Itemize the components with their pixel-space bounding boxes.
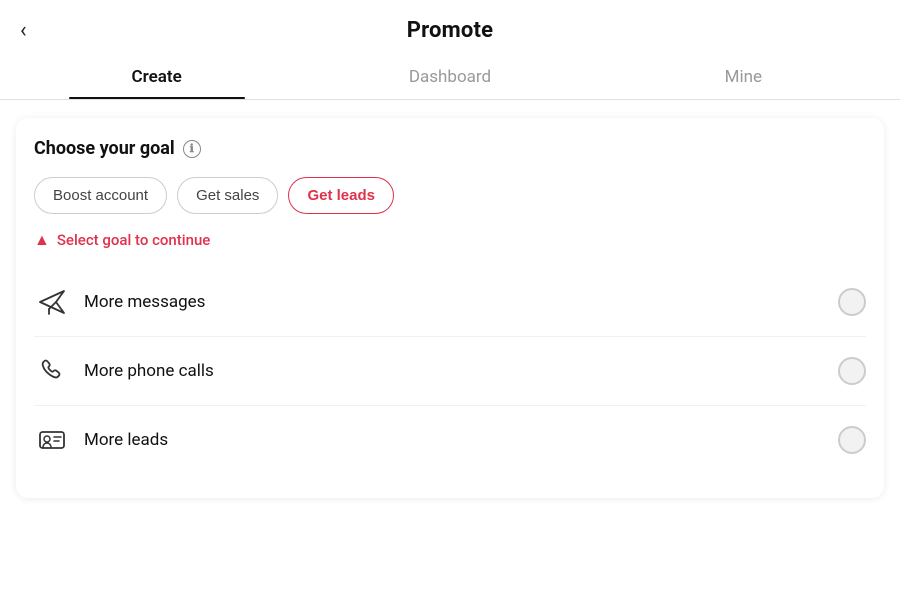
back-button[interactable]: ‹ [20,20,27,42]
phone-container: ‹ Promote Create Dashboard Mine Choose y… [0,0,900,600]
goal-card: Choose your goal ℹ Boost account Get sal… [16,118,884,498]
option-calls[interactable]: More phone calls [34,337,866,406]
warning-message: ▲ Select goal to continue [34,230,866,250]
content-area: Choose your goal ℹ Boost account Get sal… [0,100,900,600]
leads-icon [34,422,70,458]
options-list: More messages More phone calls [34,268,866,474]
tab-dashboard[interactable]: Dashboard [303,53,596,99]
tab-mine[interactable]: Mine [597,53,890,99]
goal-btn-leads[interactable]: Get leads [288,177,394,214]
info-icon[interactable]: ℹ [183,140,201,158]
option-leads[interactable]: More leads [34,406,866,474]
goal-buttons: Boost account Get sales Get leads [34,177,866,214]
page-title: Promote [407,18,494,43]
option-messages-radio[interactable] [838,288,866,316]
goal-header: Choose your goal ℹ [34,138,866,159]
option-messages-label: More messages [84,292,838,312]
tab-create[interactable]: Create [10,53,303,99]
warning-text: Select goal to continue [57,231,210,249]
tabs: Create Dashboard Mine [0,53,900,100]
header: ‹ Promote [0,0,900,53]
option-calls-label: More phone calls [84,361,838,381]
option-messages[interactable]: More messages [34,268,866,337]
option-leads-radio[interactable] [838,426,866,454]
goal-btn-sales[interactable]: Get sales [177,177,278,214]
goal-title: Choose your goal [34,138,175,159]
option-leads-label: More leads [84,430,838,450]
goal-btn-boost[interactable]: Boost account [34,177,167,214]
phone-icon [34,353,70,389]
warning-icon: ▲ [34,230,50,250]
message-icon [34,284,70,320]
option-calls-radio[interactable] [838,357,866,385]
